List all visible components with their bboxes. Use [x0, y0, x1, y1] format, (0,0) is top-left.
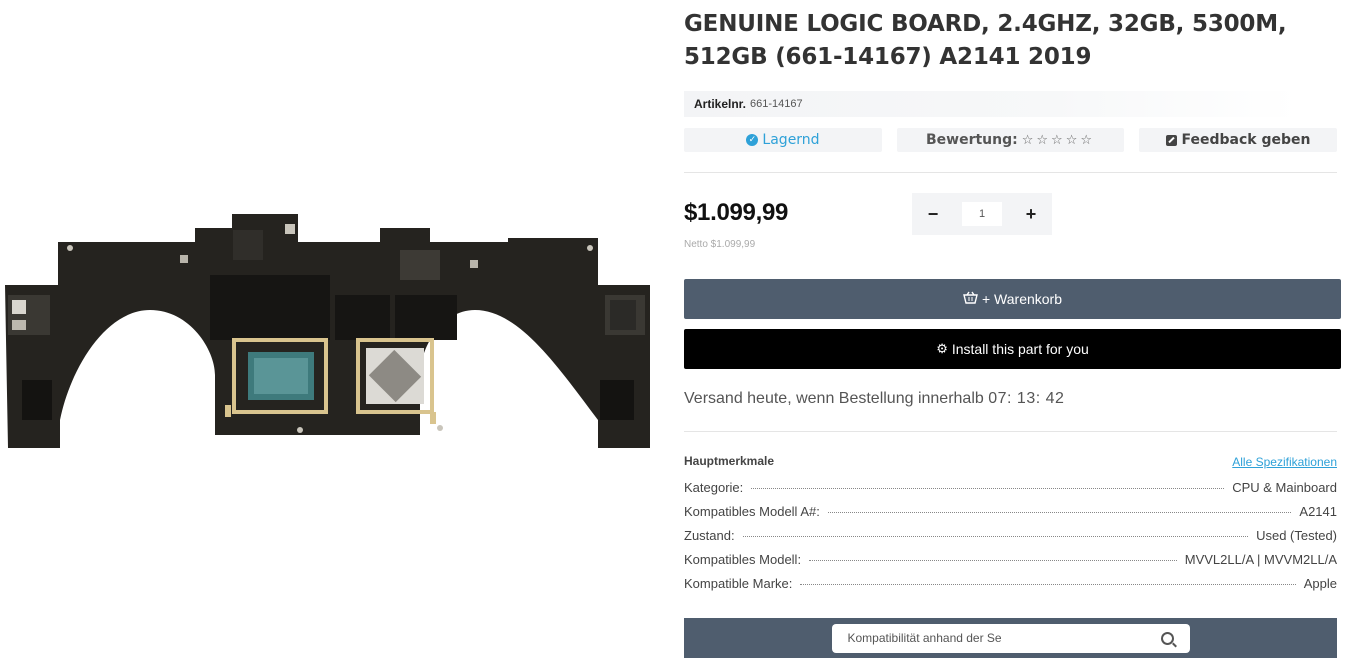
- spec-key: Kompatibles Modell A#:: [684, 504, 820, 519]
- gear-icon: ⚙: [936, 341, 948, 356]
- spec-key: Kompatible Marke:: [684, 576, 793, 591]
- dotted-leader: [809, 560, 1177, 561]
- feedback-button[interactable]: Feedback geben: [1139, 128, 1337, 152]
- divider: [684, 431, 1337, 432]
- dotted-leader: [827, 512, 1292, 513]
- spec-key: Zustand:: [684, 528, 735, 543]
- spec-value: CPU & Mainboard: [1232, 480, 1337, 495]
- sku-label: Artikelnr.: [694, 97, 747, 111]
- sku-bar: Artikelnr. 661-14167: [684, 91, 1299, 117]
- product-title: GENUINE LOGIC BOARD, 2.4GHZ, 32GB, 5300M…: [684, 11, 1287, 70]
- search-icon[interactable]: [1160, 631, 1174, 645]
- rating[interactable]: Bewertung: ☆☆☆☆☆: [897, 128, 1124, 152]
- decrease-quantity-button[interactable]: −: [922, 204, 944, 225]
- spec-row: Kompatible Marke: Apple: [684, 576, 1337, 600]
- stock-status: ✓ Lagernd: [684, 128, 882, 152]
- spec-row: Kategorie: CPU & Mainboard: [684, 480, 1337, 504]
- basket-icon: [963, 291, 978, 307]
- all-specs-link[interactable]: Alle Spezifikationen: [1232, 455, 1337, 469]
- spec-value: Used (Tested): [1256, 528, 1337, 543]
- spec-key: Kompatibles Modell:: [684, 552, 802, 567]
- spec-row: Zustand: Used (Tested): [684, 528, 1337, 552]
- install-part-button[interactable]: ⚙ Install this part for you: [684, 329, 1341, 369]
- spec-key: Kategorie:: [684, 480, 744, 495]
- spec-row: Kompatibles Modell A#: A2141: [684, 504, 1337, 528]
- spec-list: Kategorie: CPU & Mainboard Kompatibles M…: [684, 480, 1337, 600]
- divider: [684, 172, 1337, 173]
- product-image: [0, 0, 660, 668]
- shipping-text: Versand heute, wenn Bestellung innerhalb: [684, 390, 984, 407]
- spec-value: Apple: [1303, 576, 1337, 591]
- install-part-label: Install this part for you: [951, 341, 1089, 357]
- quantity-stepper: − +: [912, 193, 1052, 235]
- feedback-label: Feedback geben: [1181, 132, 1311, 148]
- shipping-notice: Versand heute, wenn Bestellung innerhalb…: [684, 390, 1064, 408]
- quantity-input[interactable]: [962, 202, 1002, 226]
- compatibility-search-placeholder: Kompatibilität anhand der Se: [847, 631, 1002, 645]
- compatibility-search-bar: Kompatibilität anhand der Se: [684, 618, 1337, 658]
- increase-quantity-button[interactable]: +: [1020, 204, 1042, 225]
- check-icon: ✓: [746, 134, 759, 146]
- dotted-leader: [751, 488, 1225, 489]
- add-to-cart-label: + Warenkorb: [981, 291, 1062, 307]
- sku-value: 661-14167: [750, 98, 803, 110]
- dotted-leader: [742, 536, 1249, 537]
- shipping-timer: 07: 13: 42: [988, 390, 1065, 407]
- specs-heading: Hauptmerkmale: [684, 454, 775, 468]
- spec-value: A2141: [1299, 504, 1337, 519]
- star-rating-icon[interactable]: ☆☆☆☆☆: [1022, 133, 1095, 148]
- rating-label: Bewertung:: [925, 132, 1018, 148]
- logic-board-photo: [5, 214, 650, 448]
- compatibility-search-input[interactable]: Kompatibilität anhand der Se: [831, 623, 1190, 653]
- spec-row: Kompatibles Modell: MVVL2LL/A | MVVM2LL/…: [684, 552, 1337, 576]
- dotted-leader: [800, 584, 1296, 585]
- netto-price: Netto $1.099,99: [684, 239, 756, 250]
- spec-value: MVVL2LL/A | MVVM2LL/A: [1184, 552, 1337, 567]
- add-to-cart-button[interactable]: + Warenkorb: [684, 279, 1341, 319]
- edit-icon: [1165, 134, 1177, 146]
- stock-label: Lagernd: [762, 132, 820, 148]
- price: $1.099,99: [684, 199, 789, 226]
